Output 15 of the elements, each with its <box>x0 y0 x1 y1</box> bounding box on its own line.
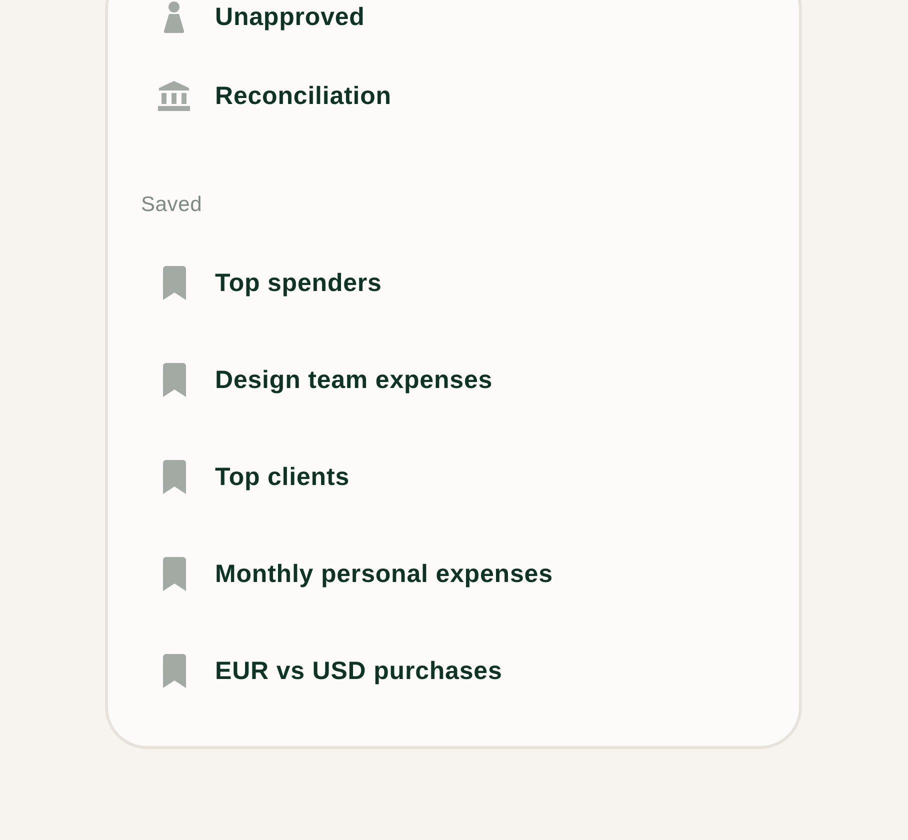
menu-item[interactable]: EUR vs USD purchases <box>158 654 502 688</box>
menu-item[interactable]: Design team expenses <box>158 362 493 396</box>
bookmark-icon <box>162 362 186 396</box>
section-heading: Saved <box>141 193 202 217</box>
person-icon <box>162 1 186 33</box>
menu-item[interactable]: Monthly personal expenses <box>158 556 553 590</box>
bookmark-icon <box>162 556 186 590</box>
menu-item[interactable]: Top spenders <box>158 266 382 300</box>
menu-item[interactable]: Top clients <box>158 460 350 494</box>
menu-item[interactable]: Unapproved <box>158 1 365 33</box>
bank-icon <box>158 80 190 110</box>
menu-item[interactable]: Reconciliation <box>158 80 392 110</box>
bookmark-icon <box>162 460 186 494</box>
bookmark-icon <box>162 266 186 300</box>
bookmark-icon <box>162 654 186 688</box>
